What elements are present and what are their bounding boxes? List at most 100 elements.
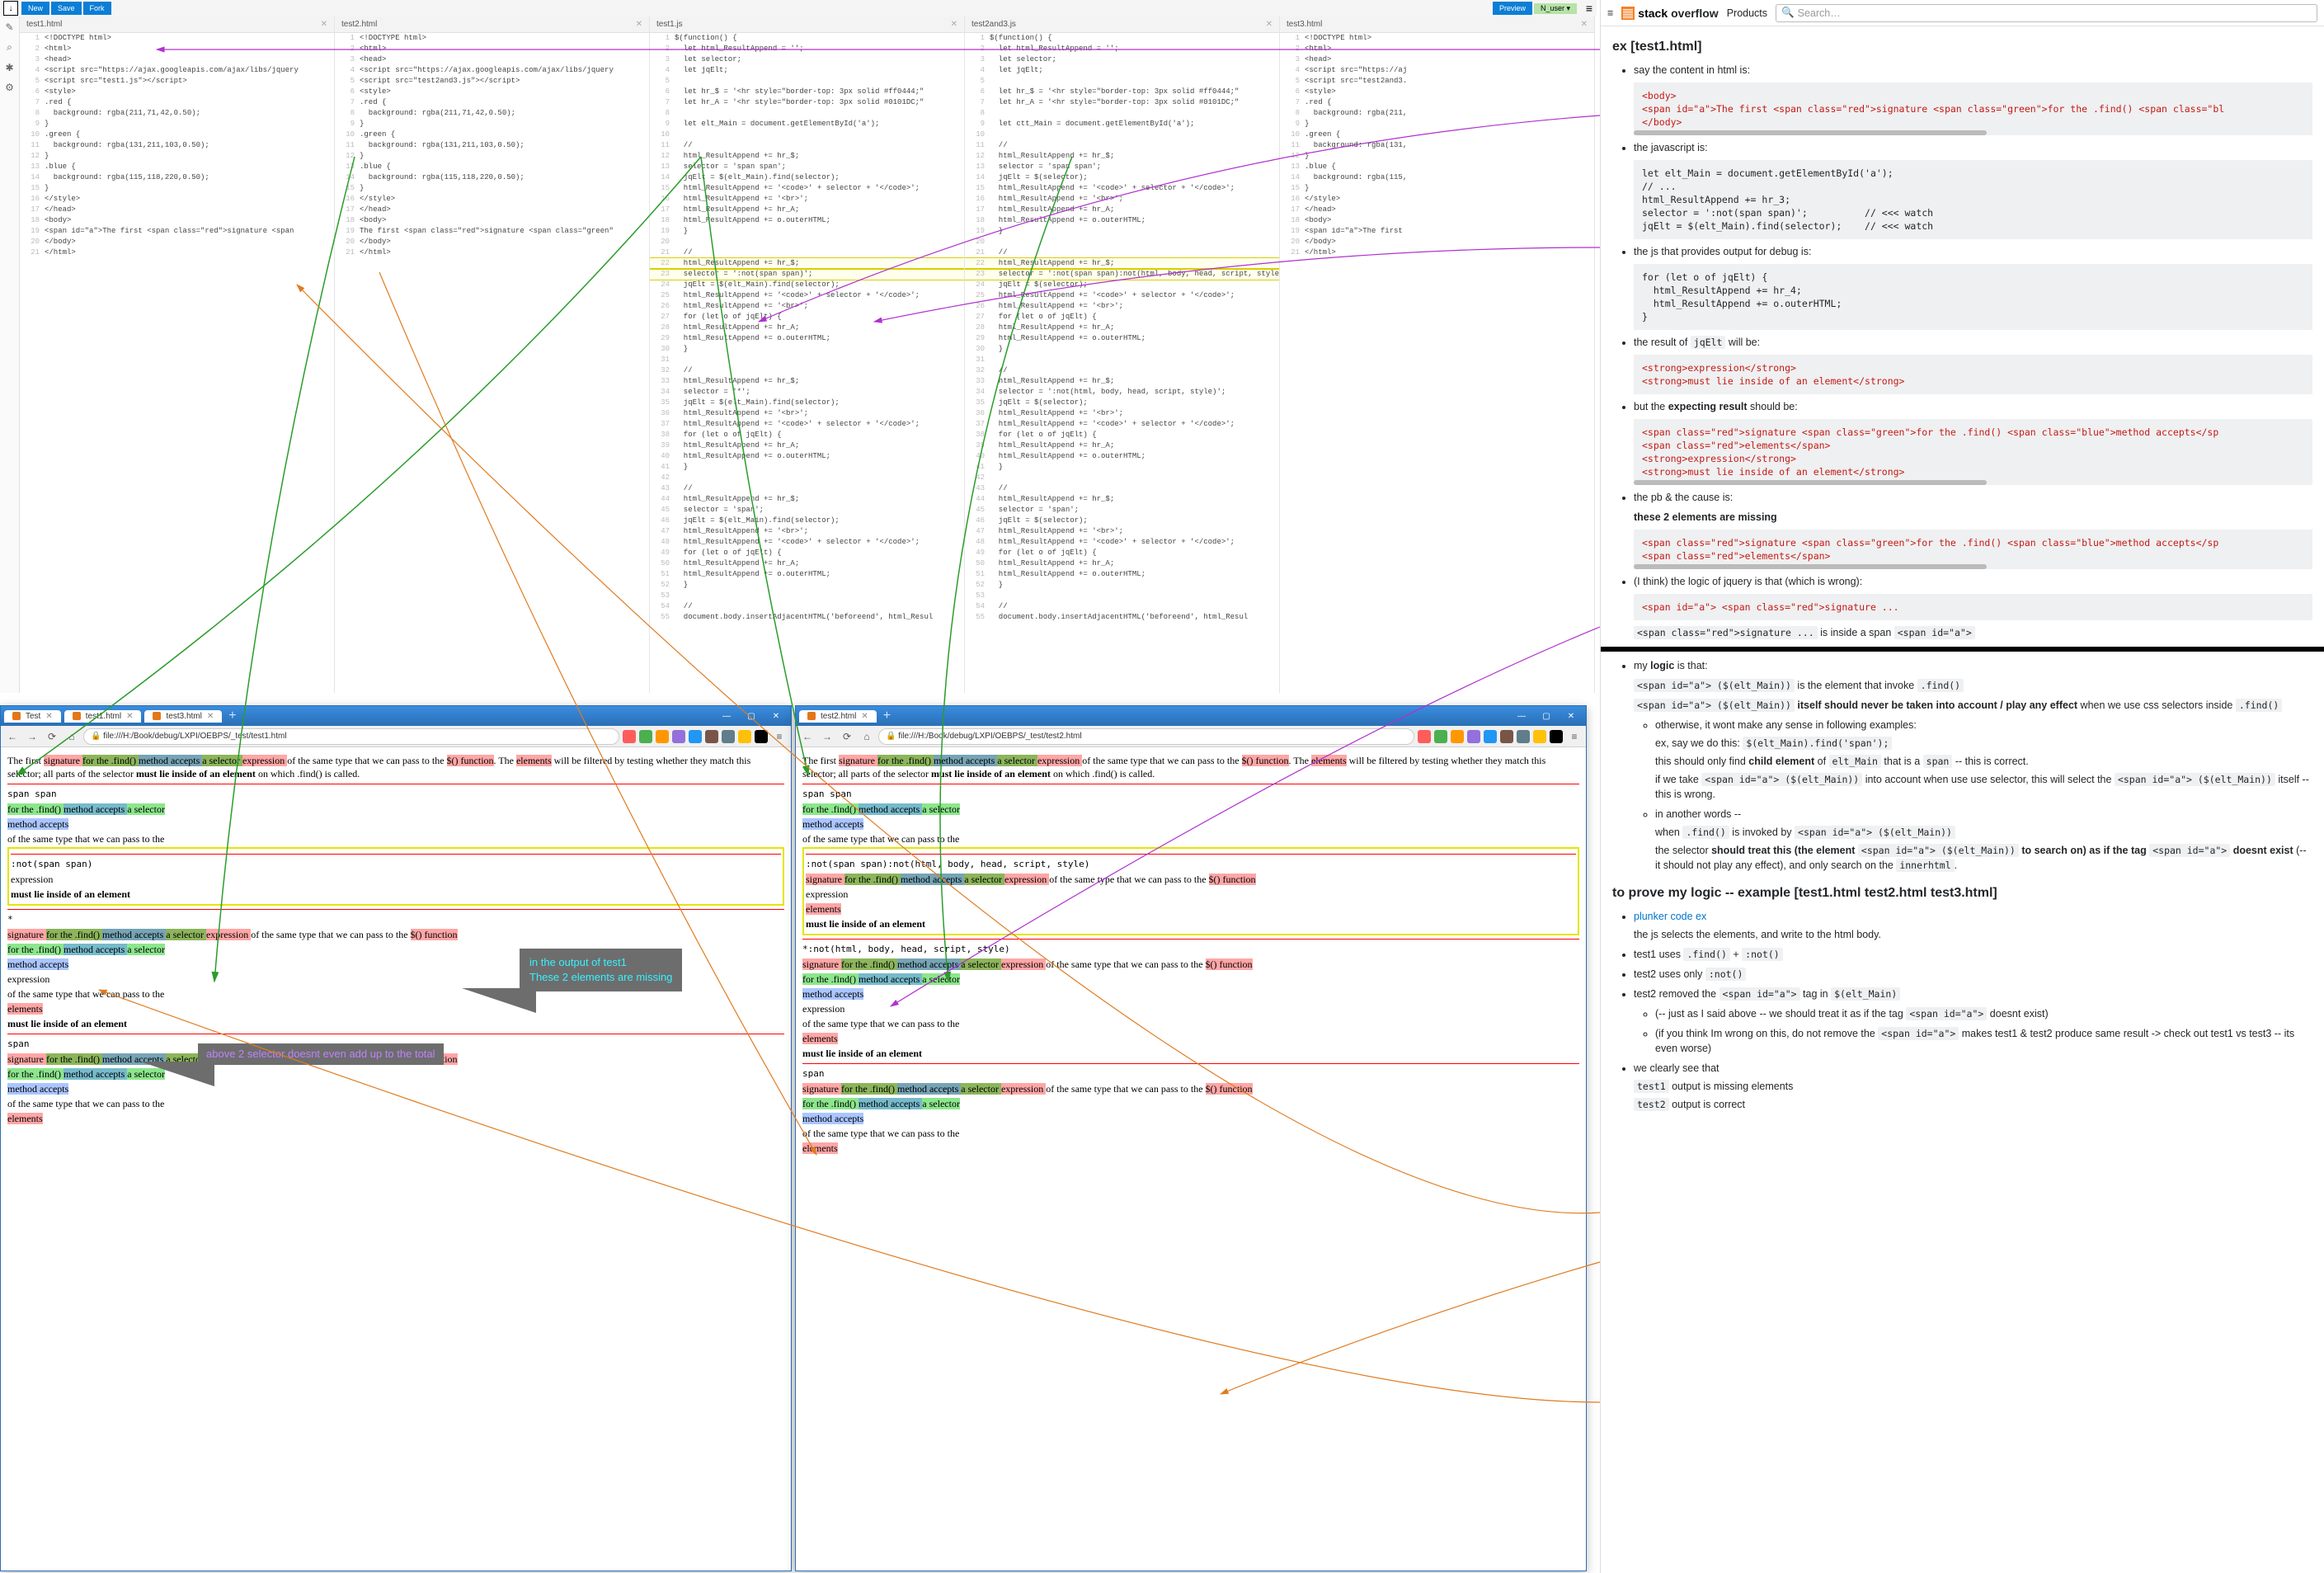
extension-icon[interactable] — [738, 730, 751, 743]
extension-icon[interactable] — [689, 730, 702, 743]
so-logo-icon — [1621, 7, 1635, 20]
maximize-icon[interactable]: ▢ — [740, 709, 763, 723]
url-text: file:///H:/Book/debug/LXPI/OEBPS/_test/t… — [103, 732, 286, 741]
preview-button[interactable]: Preview — [1493, 2, 1532, 15]
extension-icon[interactable] — [1517, 730, 1530, 743]
favicon-icon — [807, 712, 816, 720]
close-icon[interactable]: ✕ — [764, 709, 788, 723]
pane-tab[interactable]: test3.html✕ — [1280, 16, 1594, 33]
pane-tab[interactable]: test1.html✕ — [20, 16, 334, 33]
code-block: let elt_Main = document.getElementById('… — [1634, 160, 2312, 239]
menu-icon[interactable]: ≡ — [1582, 2, 1597, 15]
so-search[interactable]: 🔍Search… — [1776, 4, 2317, 22]
menu-icon[interactable]: ≡ — [771, 728, 788, 745]
extension-icon[interactable] — [722, 730, 735, 743]
list-item: say the content in html is: <body> <span… — [1634, 63, 2312, 135]
reload-icon[interactable]: ⟳ — [839, 728, 855, 745]
user-badge[interactable]: N_user ▾ — [1534, 3, 1577, 14]
browser-content: The first signature for the .find() meth… — [1, 747, 791, 1132]
home-icon[interactable]: ⌂ — [859, 728, 875, 745]
close-icon[interactable]: ✕ — [321, 20, 327, 29]
pane-tab[interactable]: test2.html✕ — [335, 16, 649, 33]
save-button[interactable]: Save — [51, 2, 82, 15]
list-item: the pb & the cause is: these 2 elements … — [1634, 490, 2312, 569]
close-icon[interactable]: ✕ — [1560, 709, 1583, 723]
close-icon[interactable]: ✕ — [1581, 20, 1588, 29]
forward-icon[interactable]: → — [819, 728, 835, 745]
list-item: (-- just as I said above -- we should tr… — [1655, 1006, 2312, 1021]
menu-icon[interactable]: ≡ — [1566, 728, 1583, 745]
extension-icon[interactable] — [623, 730, 636, 743]
new-tab-button[interactable]: + — [878, 709, 896, 723]
code-area[interactable]: 1<!DOCTYPE html>2<html>3<head>4<script s… — [1280, 33, 1594, 693]
editor-pane: test2and3.js✕1$(function() {2 let html_R… — [965, 16, 1280, 693]
close-icon[interactable]: ✕ — [1266, 20, 1273, 29]
list-item: the js that provides output for debug is… — [1634, 244, 2312, 330]
search-icon[interactable]: ⌕ — [7, 41, 12, 54]
fork-button[interactable]: Fork — [83, 2, 111, 15]
extension-icon[interactable] — [1434, 730, 1447, 743]
extension-icon[interactable] — [1500, 730, 1513, 743]
reload-icon[interactable]: ⟳ — [44, 728, 60, 745]
pane-tab[interactable]: test1.js✕ — [650, 16, 964, 33]
favicon-icon — [153, 712, 161, 720]
code-area[interactable]: 1$(function() {2 let html_ResultAppend =… — [650, 33, 964, 693]
extension-icon[interactable] — [1533, 730, 1546, 743]
code-area[interactable]: 1<!DOCTYPE html>2<html>3<head>4<script s… — [20, 33, 334, 693]
url-bar[interactable]: 🔒 file:///H:/Book/debug/LXPI/OEBPS/_test… — [878, 728, 1414, 745]
browser-titlebar: Test✕test1.html✕test3.html✕ + — ▢ ✕ — [1, 706, 791, 726]
extension-icon[interactable] — [1550, 730, 1563, 743]
download-icon[interactable]: ↓ — [3, 1, 18, 16]
extension-icon[interactable] — [755, 730, 768, 743]
browser-toolbar: ← → ⟳ ⌂ 🔒 file:///H:/Book/debug/LXPI/OEB… — [1, 726, 791, 747]
pane-tab[interactable]: test2and3.js✕ — [965, 16, 1279, 33]
close-icon[interactable]: ✕ — [636, 20, 642, 29]
star-icon[interactable]: ✱ — [5, 62, 13, 73]
code-area[interactable]: 1<!DOCTYPE html>2<html>3<head>4<script s… — [335, 33, 649, 693]
home-icon[interactable]: ⌂ — [64, 728, 80, 745]
browser-titlebar: test2.html✕ + — ▢ ✕ — [796, 706, 1586, 726]
back-icon[interactable]: ← — [4, 728, 21, 745]
forward-icon[interactable]: → — [24, 728, 40, 745]
plunker-link[interactable]: plunker code ex — [1634, 911, 1706, 922]
close-icon[interactable]: ✕ — [45, 712, 52, 721]
browser-tab[interactable]: test1.html✕ — [64, 710, 142, 723]
list-item: test2 removed the <span id="a"> tag in $… — [1634, 987, 2312, 1056]
extension-icon[interactable] — [639, 730, 652, 743]
gear-icon[interactable]: ⚙ — [5, 82, 14, 93]
browser-window-2: test2.html✕ + — ▢ ✕ ← → ⟳ ⌂ 🔒 file:///H:… — [795, 705, 1587, 1571]
extension-icon[interactable] — [1484, 730, 1497, 743]
browser-tab[interactable]: Test✕ — [4, 710, 61, 723]
close-icon[interactable]: ✕ — [126, 712, 133, 721]
back-icon[interactable]: ← — [799, 728, 816, 745]
maximize-icon[interactable]: ▢ — [1535, 709, 1558, 723]
url-bar[interactable]: 🔒 file:///H:/Book/debug/LXPI/OEBPS/_test… — [83, 728, 619, 745]
menu-icon[interactable]: ≡ — [1607, 7, 1613, 19]
list-item: test1 uses .find() + :not() — [1634, 947, 2312, 962]
close-icon[interactable]: ✕ — [951, 20, 957, 29]
edit-icon[interactable]: ✎ — [5, 21, 13, 33]
minimize-icon[interactable]: — — [1510, 709, 1533, 723]
browser-tab[interactable]: test3.html✕ — [144, 710, 222, 723]
close-icon[interactable]: ✕ — [207, 712, 214, 721]
extension-icon[interactable] — [1467, 730, 1480, 743]
list-item: (if you think Im wrong on this, do not r… — [1655, 1026, 2312, 1056]
minimize-icon[interactable]: — — [715, 709, 738, 723]
so-logo[interactable]: stackoverflow — [1621, 7, 1718, 20]
code-area[interactable]: 1$(function() {2 let html_ResultAppend =… — [965, 33, 1279, 693]
code-block: <span class="red">signature <span class=… — [1634, 530, 2312, 569]
new-button[interactable]: New — [21, 2, 49, 15]
extension-icon[interactable] — [1418, 730, 1431, 743]
extension-icon[interactable] — [1451, 730, 1464, 743]
code-block: <body> <span id="a">The first <span clas… — [1634, 82, 2312, 135]
so-header: ≡ stackoverflow Products 🔍Search… — [1601, 0, 2324, 26]
extension-icon[interactable] — [672, 730, 685, 743]
callout-total: above 2 selector doesnt even add up to t… — [198, 1043, 444, 1065]
browser-tab[interactable]: test2.html✕ — [799, 710, 877, 723]
close-icon[interactable]: ✕ — [861, 712, 868, 721]
extension-icon[interactable] — [656, 730, 669, 743]
products-link[interactable]: Products — [1727, 7, 1767, 19]
so-heading: ex [test1.html] — [1612, 40, 2312, 54]
extension-icon[interactable] — [705, 730, 718, 743]
new-tab-button[interactable]: + — [223, 709, 241, 723]
